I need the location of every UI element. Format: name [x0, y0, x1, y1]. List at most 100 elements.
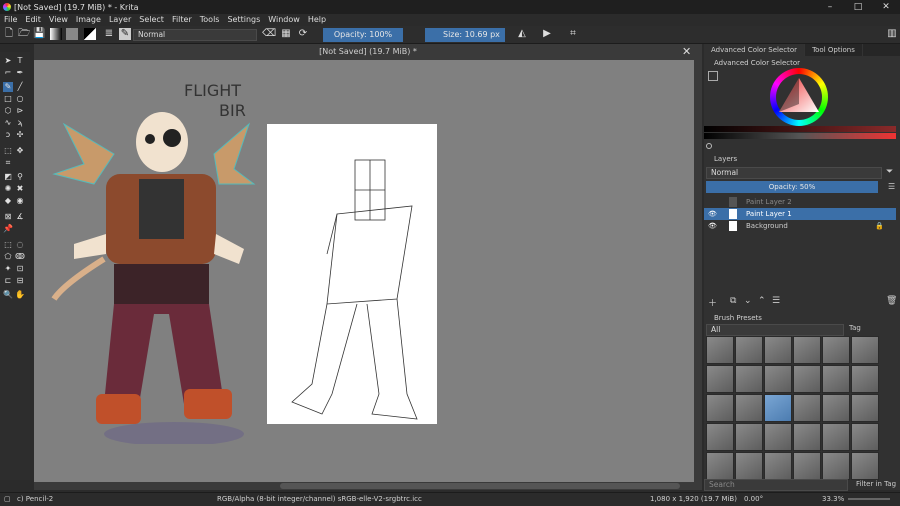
- shade-strip-2[interactable]: [704, 133, 896, 139]
- delete-layer-icon[interactable]: 🗑: [886, 296, 897, 306]
- menu-image[interactable]: Image: [72, 14, 105, 26]
- menu-view[interactable]: View: [45, 14, 72, 26]
- assistant-tool-icon[interactable]: ⊠: [3, 212, 13, 222]
- maximize-button[interactable]: □: [844, 0, 872, 14]
- gradient-tool-icon[interactable]: ◩: [3, 172, 13, 182]
- calligraphy-icon[interactable]: ✒: [15, 68, 25, 78]
- menu-file[interactable]: File: [0, 14, 21, 26]
- visibility-eye-icon[interactable]: 👁: [708, 210, 717, 218]
- freehand-brush-icon[interactable]: ✎: [3, 82, 13, 92]
- measure-tool-icon[interactable]: ∡: [15, 212, 25, 222]
- layer-properties-icon[interactable]: ☰: [772, 296, 780, 306]
- brush-preset[interactable]: [851, 423, 879, 451]
- crop-tool-icon[interactable]: ⌗: [3, 158, 13, 168]
- pattern-selector-icon[interactable]: [66, 28, 78, 40]
- color-history-icon[interactable]: [706, 143, 712, 149]
- polygon-select-icon[interactable]: ⬠: [3, 252, 13, 262]
- save-icon[interactable]: 💾: [33, 28, 45, 40]
- add-layer-icon[interactable]: ＋: [708, 296, 717, 309]
- line-tool-icon[interactable]: ╱: [15, 82, 25, 92]
- gradient-selector-icon[interactable]: [50, 28, 62, 40]
- brush-search-input[interactable]: Search: [704, 479, 848, 491]
- polygon-tool-icon[interactable]: ⬡: [3, 106, 13, 116]
- brush-preset[interactable]: [764, 452, 792, 480]
- menu-tools[interactable]: Tools: [196, 14, 224, 26]
- brush-preset[interactable]: [706, 452, 734, 480]
- rect-select-icon[interactable]: ⬚: [3, 240, 13, 250]
- brush-preset[interactable]: [822, 394, 850, 422]
- zoom-tool-icon[interactable]: 🔍: [3, 290, 13, 300]
- wrap-around-icon[interactable]: ⌗: [567, 28, 579, 40]
- edit-shapes-icon[interactable]: ⌐: [3, 68, 13, 78]
- brush-preset[interactable]: [735, 394, 763, 422]
- new-document-icon[interactable]: 🗋: [3, 28, 15, 40]
- polyline-tool-icon[interactable]: ⊳: [15, 106, 25, 116]
- menu-edit[interactable]: Edit: [21, 14, 45, 26]
- brush-preset[interactable]: [793, 452, 821, 480]
- menu-filter[interactable]: Filter: [168, 14, 196, 26]
- opacity-slider[interactable]: Opacity: 100%: [323, 28, 403, 42]
- current-brush[interactable]: c) Pencil-2: [17, 495, 53, 503]
- pan-tool-icon[interactable]: ✋: [15, 290, 25, 300]
- dock-toggle-icon[interactable]: ▥: [886, 28, 898, 40]
- tag-button[interactable]: Tag: [849, 324, 861, 332]
- menu-settings[interactable]: Settings: [223, 14, 264, 26]
- smart-patch-icon[interactable]: ✖: [15, 184, 25, 194]
- brush-preset[interactable]: [735, 336, 763, 364]
- layer-opacity-slider[interactable]: Opacity: 50%: [706, 181, 878, 193]
- magnetic-select-icon[interactable]: ⊟: [15, 276, 25, 286]
- brush-preset[interactable]: [851, 452, 879, 480]
- reference-images-icon[interactable]: 📌: [3, 224, 13, 234]
- brush-preset[interactable]: [735, 365, 763, 393]
- filter-in-tag-checkbox[interactable]: Filter in Tag: [856, 480, 896, 488]
- close-document-button[interactable]: ✕: [682, 44, 694, 60]
- brush-preset[interactable]: [793, 394, 821, 422]
- fg-bg-color-icon[interactable]: [84, 28, 96, 40]
- text-tool-icon[interactable]: T: [15, 56, 25, 66]
- menu-help[interactable]: Help: [304, 14, 330, 26]
- brush-preset[interactable]: [822, 452, 850, 480]
- tab-tool-options[interactable]: Tool Options: [805, 44, 863, 56]
- brush-preset[interactable]: [851, 365, 879, 393]
- color-settings-icon[interactable]: [708, 71, 718, 81]
- vertical-scrollbar[interactable]: [694, 60, 702, 482]
- menu-select[interactable]: Select: [135, 14, 168, 26]
- similar-select-icon[interactable]: ⊡: [15, 264, 25, 274]
- dynamic-brush-icon[interactable]: ↄ: [3, 130, 13, 140]
- brush-filter-select[interactable]: All: [706, 324, 844, 336]
- sketch-canvas[interactable]: [267, 124, 437, 424]
- contiguous-select-icon[interactable]: ✦: [3, 264, 13, 274]
- brush-preset[interactable]: [764, 423, 792, 451]
- mirror-horizontal-icon[interactable]: ◭: [516, 28, 528, 40]
- mirror-vertical-icon[interactable]: ▶: [541, 28, 553, 40]
- layer-blend-mode-select[interactable]: Normal: [706, 167, 882, 179]
- brush-preset[interactable]: [735, 452, 763, 480]
- enclose-fill-icon[interactable]: ◉: [15, 196, 25, 206]
- freehand-path-icon[interactable]: ϡ: [15, 118, 25, 128]
- brush-preset[interactable]: [793, 336, 821, 364]
- bezier-select-icon[interactable]: ⊏: [3, 276, 13, 286]
- shade-strip-1[interactable]: [704, 126, 896, 132]
- move-layer-up-icon[interactable]: ⌃: [758, 296, 766, 306]
- menu-layer[interactable]: Layer: [105, 14, 135, 26]
- lock-icon[interactable]: 🔒: [875, 222, 884, 230]
- tab-advanced-color-selector[interactable]: Advanced Color Selector: [704, 44, 806, 56]
- duplicate-layer-icon[interactable]: ⧉: [730, 296, 736, 306]
- zoom-slider[interactable]: [848, 498, 890, 500]
- move-layer-down-icon[interactable]: ⌄: [744, 296, 752, 306]
- ellipse-tool-icon[interactable]: ○: [15, 94, 25, 104]
- brush-preset[interactable]: [793, 423, 821, 451]
- colorize-mask-icon[interactable]: ✺: [3, 184, 13, 194]
- size-slider[interactable]: Size: 10.69 px: [425, 28, 505, 42]
- zoom-level[interactable]: 33.3%: [822, 495, 844, 503]
- brush-preset[interactable]: [706, 365, 734, 393]
- freehand-select-icon[interactable]: ↂ: [15, 252, 25, 262]
- canvas-rotation[interactable]: 0.00°: [744, 495, 763, 503]
- preserve-alpha-icon[interactable]: ▦: [280, 28, 292, 40]
- menu-window[interactable]: Window: [264, 14, 304, 26]
- filter-layers-icon[interactable]: ⏷: [886, 167, 898, 179]
- fill-tool-icon[interactable]: ◆: [3, 196, 13, 206]
- open-document-icon[interactable]: 🗁: [18, 28, 30, 40]
- minimize-button[interactable]: –: [816, 0, 844, 14]
- reload-preset-icon[interactable]: ⟳: [297, 28, 309, 40]
